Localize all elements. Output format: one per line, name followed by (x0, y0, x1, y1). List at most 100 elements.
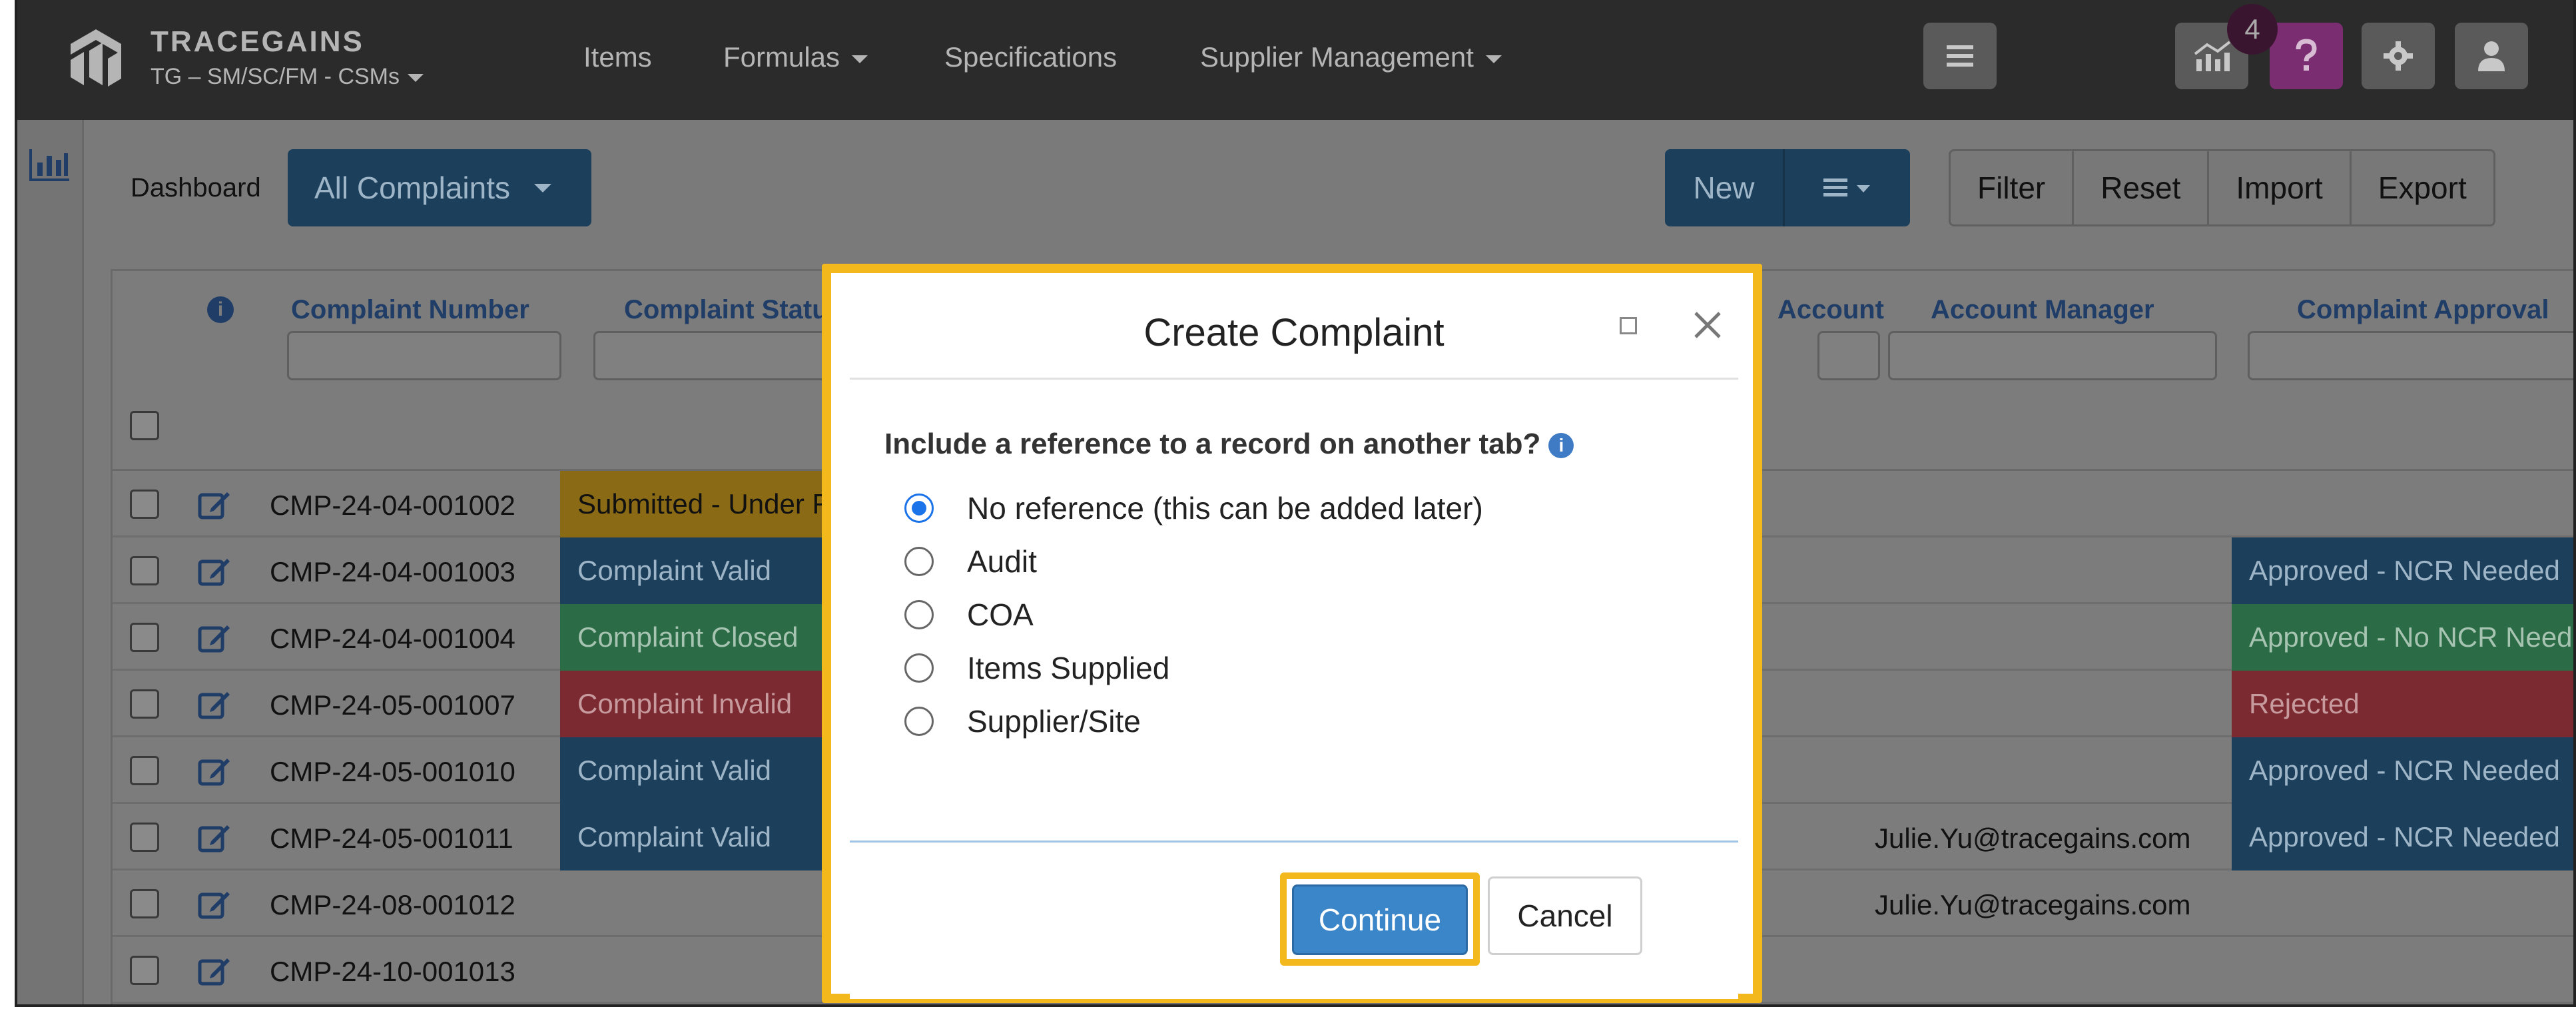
edit-icon[interactable] (198, 888, 231, 920)
row-checkbox[interactable] (130, 889, 159, 918)
edit-icon[interactable] (198, 488, 231, 520)
column-header-account-manager[interactable]: Account Manager (1931, 295, 2154, 325)
hamburger-icon (1947, 45, 1973, 67)
modal-title: Create Complaint (1143, 311, 1445, 354)
row-checkbox[interactable] (130, 556, 159, 585)
option-label: Audit (967, 544, 1037, 579)
approval-badge: Approved - No NCR Needed (2232, 604, 2573, 671)
notification-badge[interactable]: 4 (2227, 4, 2278, 55)
option-label: Items Supplied (967, 651, 1170, 685)
edit-icon[interactable] (198, 821, 231, 853)
option-supplier-site[interactable]: Supplier/Site (904, 703, 1141, 739)
chevron-down-icon (852, 55, 868, 63)
create-complaint-dialog: Create Complaint Include a reference to … (850, 290, 1738, 999)
nav-specifications[interactable]: Specifications (944, 41, 1117, 73)
row-checkbox[interactable] (130, 689, 159, 719)
info-icon[interactable]: i (207, 296, 234, 323)
complaint-number[interactable]: CMP-24-04-001002 (270, 490, 515, 521)
approval-badge: Approved - NCR Needed (2232, 537, 2573, 604)
approval-badge: Approved - NCR Needed (2232, 737, 2573, 804)
gear-icon (2384, 41, 2413, 71)
modal-divider (850, 841, 1738, 843)
row-checkbox[interactable] (130, 756, 159, 785)
row-checkbox[interactable] (130, 956, 159, 985)
column-header-complaint-number[interactable]: Complaint Number (291, 295, 529, 325)
info-icon[interactable]: i (1548, 433, 1574, 459)
new-button[interactable]: New (1665, 149, 1785, 226)
dashboard-label[interactable]: Dashboard (131, 173, 261, 203)
org-switcher[interactable]: TG – SM/SC/FM - CSMs (151, 64, 424, 90)
edit-icon[interactable] (198, 755, 231, 787)
radio[interactable] (904, 547, 934, 576)
chevron-down-icon (534, 183, 551, 192)
complaint-approval-filter-input[interactable] (2248, 331, 2573, 380)
modal-header: Create Complaint (850, 290, 1738, 380)
export-button[interactable]: Export (2352, 151, 2493, 224)
continue-button[interactable]: Continue (1292, 884, 1468, 955)
edit-icon[interactable] (198, 688, 231, 720)
side-rail (17, 120, 84, 1004)
row-checkbox[interactable] (130, 623, 159, 652)
settings-button[interactable] (2362, 23, 2435, 89)
view-select-dropdown[interactable]: All Complaints (288, 149, 591, 226)
edit-icon[interactable] (198, 555, 231, 587)
option-no-reference[interactable]: No reference (this can be added later) (904, 490, 1483, 526)
user-icon (2478, 41, 2505, 71)
option-coa[interactable]: COA (904, 597, 1034, 633)
edit-icon[interactable] (198, 621, 231, 653)
user-menu-button[interactable] (2455, 23, 2528, 89)
reference-question-text: Include a reference to a record on anoth… (884, 428, 1541, 460)
radio[interactable] (904, 653, 934, 683)
radio[interactable] (904, 600, 934, 629)
approval-badge: Rejected (2232, 671, 2573, 737)
close-icon[interactable] (1688, 305, 1728, 345)
edit-icon[interactable] (198, 954, 231, 986)
nav-formulas[interactable]: Formulas (723, 41, 868, 73)
option-label: COA (967, 597, 1034, 632)
account-manager-cell: Julie.Yu@tracegains.com (1875, 889, 2191, 920)
dashboard-chart-icon[interactable] (28, 147, 71, 184)
account-manager-cell: Julie.Yu@tracegains.com (1875, 823, 2191, 854)
view-select-label: All Complaints (314, 170, 510, 205)
nav-supplier-management[interactable]: Supplier Management (1200, 41, 1502, 73)
complaint-number[interactable]: CMP-24-05-001007 (270, 689, 515, 721)
option-audit[interactable]: Audit (904, 543, 1037, 579)
analytics-icon (2194, 41, 2231, 71)
tracegains-logo-icon[interactable] (64, 24, 128, 91)
maximize-icon[interactable] (1620, 317, 1637, 334)
column-header-complaint-status[interactable]: Complaint Status (624, 295, 843, 325)
org-switcher-label: TG – SM/SC/FM - CSMs (151, 64, 400, 89)
complaint-number-filter-input[interactable] (287, 331, 561, 380)
new-options-menu-button[interactable] (1785, 149, 1910, 226)
complaint-number[interactable]: CMP-24-10-001013 (270, 956, 515, 988)
chevron-down-icon (1485, 55, 1502, 63)
complaint-number[interactable]: CMP-24-04-001003 (270, 556, 515, 588)
radio[interactable] (904, 707, 934, 736)
new-button-group: New (1665, 149, 1910, 226)
filter-button[interactable]: Filter (1951, 151, 2075, 224)
account-manager-filter-input[interactable] (1888, 331, 2217, 380)
nav-items[interactable]: Items (583, 41, 652, 73)
approval-badge: Approved - NCR Needed (2232, 804, 2573, 870)
row-checkbox[interactable] (130, 490, 159, 519)
cancel-button[interactable]: Cancel (1488, 876, 1642, 955)
complaint-number[interactable]: CMP-24-04-001004 (270, 623, 515, 655)
nav-formulas-label: Formulas (723, 41, 840, 73)
account-filter-input[interactable] (1817, 331, 1880, 380)
help-button[interactable] (2270, 23, 2343, 89)
import-button[interactable]: Import (2209, 151, 2352, 224)
chevron-down-icon (408, 74, 424, 83)
radio-selected[interactable] (904, 494, 934, 523)
brand-name: TRACEGAINS (151, 25, 364, 58)
option-items-supplied[interactable]: Items Supplied (904, 650, 1169, 686)
column-header-complaint-approval[interactable]: Complaint Approval (2297, 295, 2549, 325)
complaint-number[interactable]: CMP-24-05-001011 (270, 823, 513, 854)
complaint-number[interactable]: CMP-24-05-001010 (270, 756, 515, 788)
reset-button[interactable]: Reset (2074, 151, 2210, 224)
select-all-checkbox[interactable] (130, 411, 159, 440)
complaint-number[interactable]: CMP-24-08-001012 (270, 889, 515, 921)
help-icon (2296, 39, 2317, 71)
hamburger-menu-button[interactable] (1923, 23, 1997, 89)
column-header-account[interactable]: Account (1777, 295, 1884, 325)
row-checkbox[interactable] (130, 823, 159, 852)
